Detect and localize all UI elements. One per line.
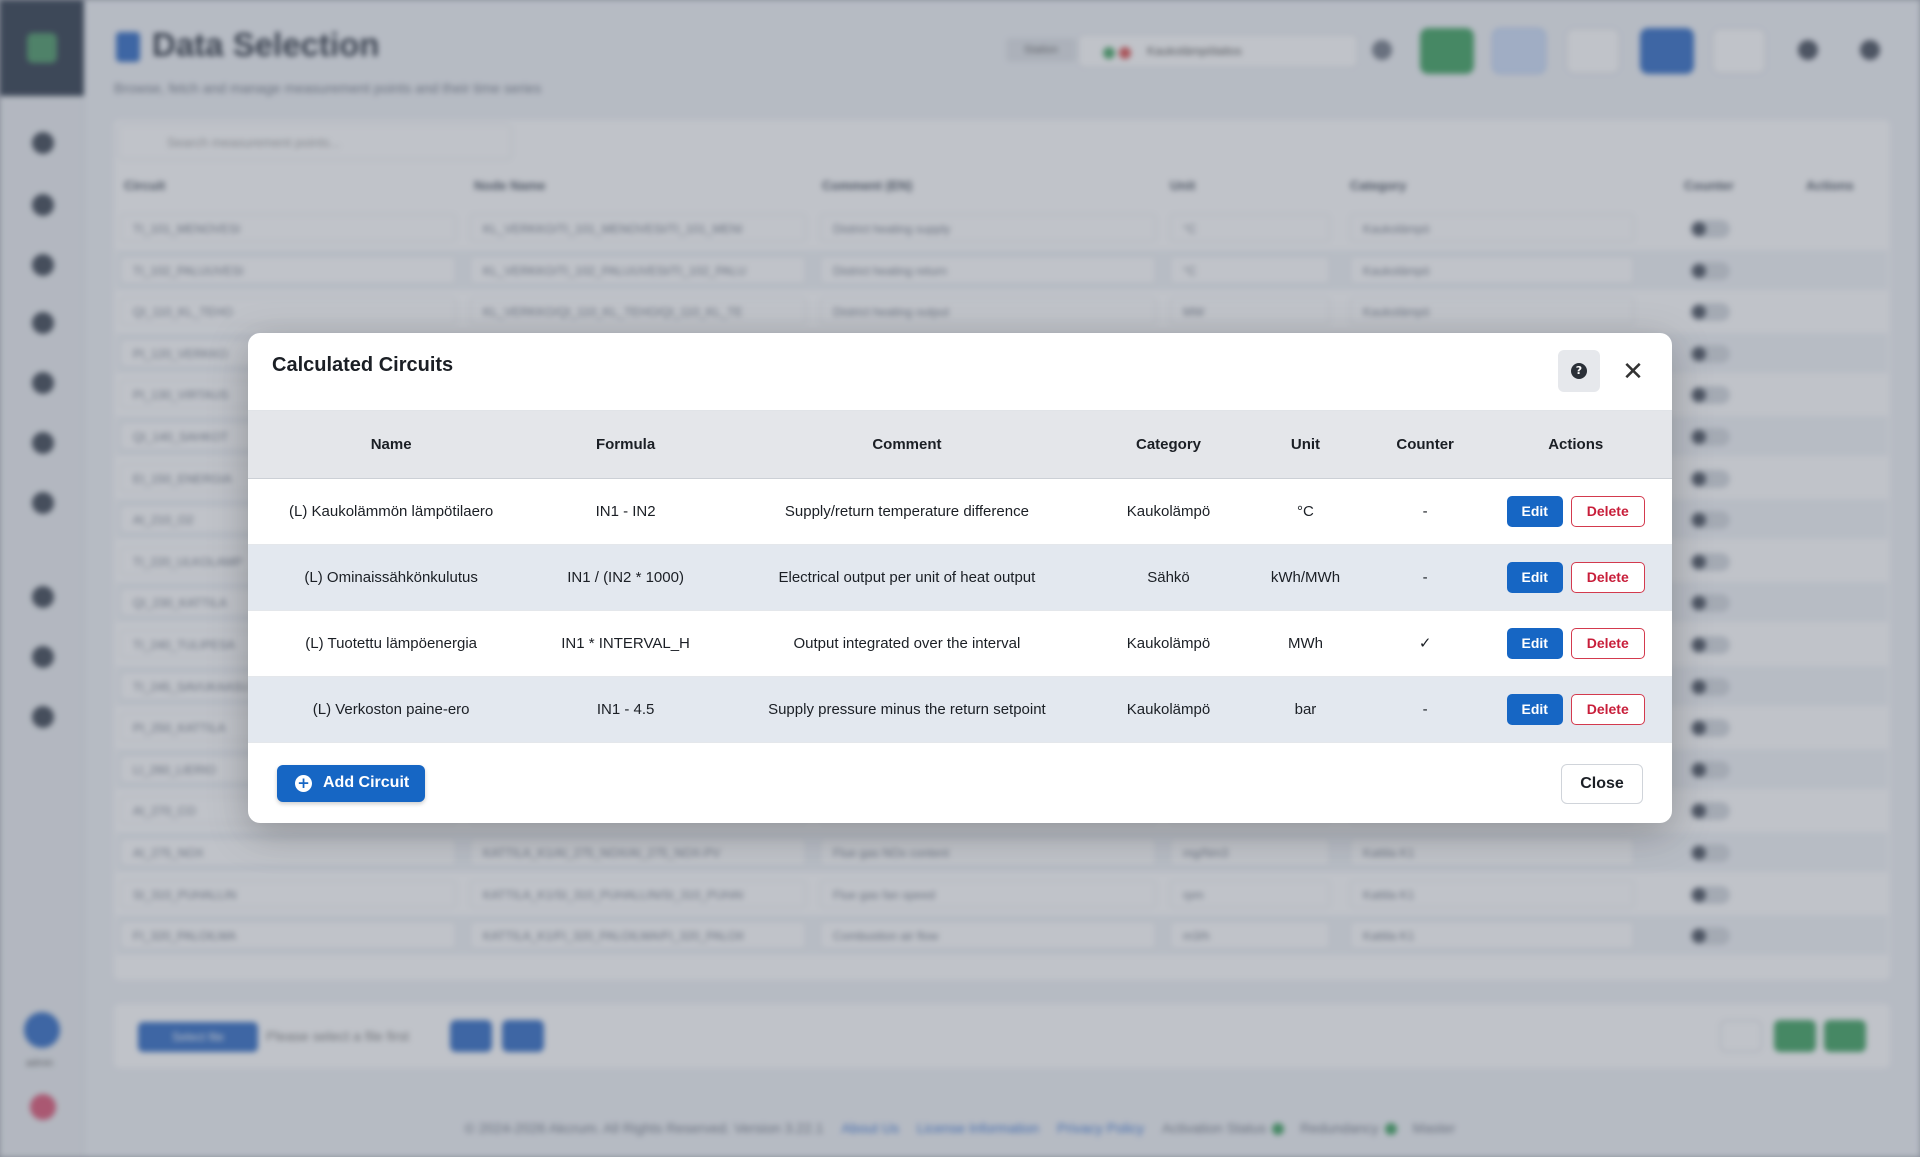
circuit-formula: IN1 - IN2 bbox=[534, 478, 717, 545]
circuit-name: (L) Verkoston paine-ero bbox=[248, 676, 535, 743]
table-row: (L) Verkoston paine-ero IN1 - 4.5 Supply… bbox=[248, 676, 1672, 743]
circuit-category: Kaukolämpö bbox=[1096, 478, 1241, 545]
row-actions: Edit Delete bbox=[1479, 610, 1672, 677]
table-row: (L) Ominaissähkönkulutus IN1 / (IN2 * 10… bbox=[248, 544, 1672, 611]
circuit-category: Sähkö bbox=[1096, 544, 1241, 611]
row-actions: Edit Delete bbox=[1479, 544, 1672, 611]
delete-button[interactable]: Delete bbox=[1570, 495, 1645, 527]
delete-button[interactable]: Delete bbox=[1570, 561, 1645, 593]
circuit-formula: IN1 * INTERVAL_H bbox=[534, 610, 717, 677]
row-actions: Edit Delete bbox=[1479, 676, 1672, 743]
help-icon: ? bbox=[1571, 363, 1587, 379]
table-header-row: Name Formula Comment Category Unit Count… bbox=[248, 411, 1672, 479]
calculated-circuits-table: Name Formula Comment Category Unit Count… bbox=[248, 411, 1672, 743]
circuit-category: Kaukolämpö bbox=[1096, 676, 1241, 743]
header-unit: Unit bbox=[1240, 411, 1371, 479]
plus-circle-icon: + bbox=[295, 775, 312, 792]
circuit-formula: IN1 - 4.5 bbox=[534, 676, 717, 743]
add-circuit-button[interactable]: + Add Circuit bbox=[277, 765, 425, 802]
circuit-unit: °C bbox=[1240, 478, 1371, 545]
close-button[interactable]: Close bbox=[1561, 764, 1643, 804]
help-button[interactable]: ? bbox=[1558, 350, 1600, 392]
header-name: Name bbox=[248, 411, 535, 479]
add-circuit-label: Add Circuit bbox=[323, 774, 410, 791]
close-icon[interactable]: ✕ bbox=[1618, 357, 1648, 387]
table-row: (L) Kaukolämmön lämpötilaero IN1 - IN2 S… bbox=[248, 478, 1672, 545]
edit-button[interactable]: Edit bbox=[1506, 561, 1563, 593]
modal-title: Calculated Circuits bbox=[272, 354, 454, 376]
header-comment: Comment bbox=[716, 411, 1097, 479]
header-formula: Formula bbox=[534, 411, 717, 479]
circuit-comment: Electrical output per unit of heat outpu… bbox=[716, 544, 1097, 611]
circuit-formula: IN1 / (IN2 * 1000) bbox=[534, 544, 717, 611]
circuit-counter: - bbox=[1370, 676, 1480, 743]
circuit-comment: Supply pressure minus the return setpoin… bbox=[716, 676, 1097, 743]
modal-footer: + Add Circuit Close bbox=[248, 744, 1672, 823]
circuit-name: (L) Kaukolämmön lämpötilaero bbox=[248, 478, 535, 545]
circuit-unit: bar bbox=[1240, 676, 1371, 743]
circuit-counter: - bbox=[1370, 544, 1480, 611]
circuit-unit: kWh/MWh bbox=[1240, 544, 1371, 611]
header-actions: Actions bbox=[1479, 411, 1672, 479]
calculated-circuits-modal: Calculated Circuits ? ✕ Name Formula Com… bbox=[248, 333, 1672, 823]
circuit-name: (L) Ominaissähkönkulutus bbox=[248, 544, 535, 611]
circuit-category: Kaukolämpö bbox=[1096, 610, 1241, 677]
circuit-counter: - bbox=[1370, 478, 1480, 545]
circuit-comment: Output integrated over the interval bbox=[716, 610, 1097, 677]
header-category: Category bbox=[1096, 411, 1241, 479]
circuit-unit: MWh bbox=[1240, 610, 1371, 677]
table-row: (L) Tuotettu lämpöenergia IN1 * INTERVAL… bbox=[248, 610, 1672, 677]
modal-header: Calculated Circuits ? ✕ bbox=[248, 333, 1672, 411]
row-actions: Edit Delete bbox=[1479, 478, 1672, 545]
header-counter: Counter bbox=[1370, 411, 1480, 479]
delete-button[interactable]: Delete bbox=[1570, 627, 1645, 659]
circuit-comment: Supply/return temperature difference bbox=[716, 478, 1097, 545]
edit-button[interactable]: Edit bbox=[1506, 495, 1563, 527]
edit-button[interactable]: Edit bbox=[1506, 627, 1563, 659]
edit-button[interactable]: Edit bbox=[1506, 693, 1563, 725]
circuit-counter: ✓ bbox=[1370, 610, 1480, 677]
circuit-name: (L) Tuotettu lämpöenergia bbox=[248, 610, 535, 677]
delete-button[interactable]: Delete bbox=[1570, 693, 1645, 725]
